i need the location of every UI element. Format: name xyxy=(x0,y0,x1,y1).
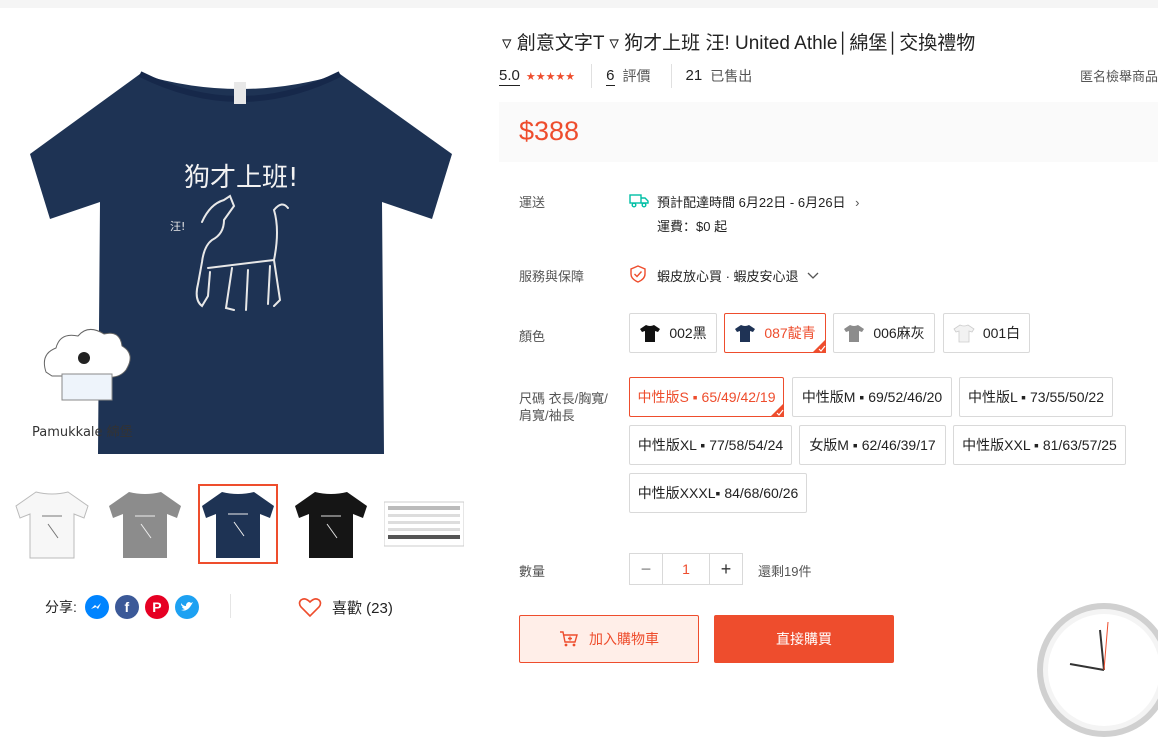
add-to-cart-label: 加入購物車 xyxy=(589,631,659,647)
thumbnail-strip xyxy=(12,484,472,564)
thumbnail-size-chart[interactable] xyxy=(384,484,464,564)
shirt-print-text: 狗才上班! xyxy=(184,163,298,193)
color-option-label: 001白 xyxy=(982,325,1021,341)
size-option-xl[interactable]: 中性版XL ▪ 77/58/54/24 xyxy=(629,425,792,465)
tshirt-navy-icon xyxy=(735,325,756,342)
size-option-label: 中性版S ▪ 65/49/42/19 xyxy=(637,389,776,405)
sold-count: 21 xyxy=(685,67,703,84)
color-option-label: 002黑 xyxy=(669,325,707,341)
size-option-s[interactable]: 中性版S ▪ 65/49/42/19 xyxy=(629,377,784,417)
stats-divider xyxy=(591,64,593,88)
service-guarantee[interactable]: 蝦皮放心買 · 蝦皮安心退 xyxy=(657,266,819,285)
size-option-l[interactable]: 中性版L ▪ 73/55/50/22 xyxy=(959,377,1113,417)
thumbnail-gray[interactable] xyxy=(105,484,185,564)
rating-value[interactable]: 5.0 xyxy=(499,67,520,86)
chevron-right-icon: › xyxy=(855,195,860,210)
tshirt-black-icon xyxy=(640,325,661,342)
selected-check-icon xyxy=(812,339,826,353)
pinterest-icon[interactable]: P xyxy=(144,595,169,619)
size-option-label: 中性版XXXL▪ 84/68/60/26 xyxy=(637,485,799,501)
shipping-fee: 運費：$0 起 xyxy=(657,219,728,234)
shipping-eta-text: 預計配達時間 6月22日 - 6月26日 xyxy=(657,195,846,210)
shipping-label: 運送 xyxy=(519,195,546,210)
like-label: 喜歡 (23) xyxy=(332,599,393,617)
buy-now-button[interactable]: 直接購買 xyxy=(714,615,894,663)
clock-icon xyxy=(1037,603,1158,737)
share-row: 分享: f P xyxy=(45,594,205,620)
brand-mark-text: Pamukkale 綿堡 xyxy=(32,424,133,440)
product-title: ▿ 創意文字T ▿ 狗才上班 汪! United Athle│綿堡│交換禮物 xyxy=(502,33,976,54)
thumbnail-navy[interactable] xyxy=(198,484,278,564)
thumbnail-black[interactable] xyxy=(291,484,371,564)
dog-bark-text: 汪! xyxy=(170,220,185,233)
add-to-cart-button[interactable]: 加入購物車 xyxy=(519,615,699,663)
rating-stats: 5.0 ★★★★★ 6 評價 21 已售出 xyxy=(499,64,752,88)
size-option-xxl[interactable]: 中性版XXL ▪ 81/63/57/25 xyxy=(953,425,1126,465)
size-option-label: 中性版XL ▪ 77/58/54/24 xyxy=(637,437,784,453)
size-option-label: 中性版XXL ▪ 81/63/57/25 xyxy=(962,437,1117,453)
chevron-down-icon xyxy=(807,272,819,279)
color-option-navy[interactable]: 087靛青 xyxy=(724,313,826,353)
thumbnail-white[interactable] xyxy=(12,484,92,564)
star-rating-icons: ★★★★★ xyxy=(525,70,576,83)
report-link[interactable]: 匿名檢舉商品 xyxy=(1080,66,1158,85)
cart-plus-icon xyxy=(560,631,578,647)
quantity-increase-button[interactable]: + xyxy=(710,554,742,584)
main-product-image[interactable]: 狗才上班! 汪! Pamukkale 綿堡 xyxy=(12,24,468,480)
color-label: 顏色 xyxy=(519,329,546,344)
sold-label: 已售出 xyxy=(710,68,753,84)
reviews-label: 評價 xyxy=(622,68,651,84)
size-option-label: 女版M ▪ 62/46/39/17 xyxy=(809,437,936,453)
product-price: $388 xyxy=(519,116,580,146)
color-option-gray[interactable]: 006麻灰 xyxy=(833,313,935,353)
twitter-icon[interactable] xyxy=(174,595,199,619)
size-label: 尺碼 衣長/胸寬/肩寬/袖長 xyxy=(519,391,608,423)
size-option-label: 中性版M ▪ 69/52/46/20 xyxy=(801,389,943,405)
stock-remaining: 還剩19件 xyxy=(758,564,812,579)
size-option-label: 中性版L ▪ 73/55/50/22 xyxy=(968,389,1104,405)
truck-icon xyxy=(629,194,649,208)
share-divider xyxy=(230,594,231,618)
service-text: 蝦皮放心買 · 蝦皮安心退 xyxy=(657,269,799,284)
quantity-stepper: − 1 + xyxy=(629,553,743,585)
size-option-m[interactable]: 中性版M ▪ 69/52/46/20 xyxy=(792,377,952,417)
price-section: $388 xyxy=(499,102,1158,162)
tshirt-white-icon xyxy=(953,324,975,343)
service-label: 服務與保障 xyxy=(519,269,585,284)
messenger-icon[interactable] xyxy=(84,595,109,619)
share-label: 分享: xyxy=(45,599,77,615)
color-option-label: 006麻灰 xyxy=(873,325,925,341)
color-option-black[interactable]: 002黑 xyxy=(629,313,717,353)
quantity-label: 數量 xyxy=(519,564,546,579)
size-option-women-m[interactable]: 女版M ▪ 62/46/39/17 xyxy=(799,425,946,465)
color-option-white[interactable]: 001白 xyxy=(943,313,1030,353)
facebook-icon[interactable]: f xyxy=(114,595,139,619)
size-option-xxxl[interactable]: 中性版XXXL▪ 84/68/60/26 xyxy=(629,473,807,513)
shield-check-icon xyxy=(630,265,646,283)
quantity-decrease-button[interactable]: − xyxy=(630,554,662,584)
heart-icon xyxy=(298,598,322,618)
stats-divider xyxy=(670,64,672,88)
color-option-label: 087靛青 xyxy=(764,325,816,341)
top-strip xyxy=(0,0,1158,8)
reviews-count[interactable]: 6 xyxy=(606,67,615,86)
like-button[interactable]: 喜歡 (23) xyxy=(298,594,393,620)
tshirt-gray-icon xyxy=(844,325,865,342)
selected-check-icon xyxy=(770,403,784,417)
quantity-input[interactable]: 1 xyxy=(662,554,710,584)
shipping-eta[interactable]: 預計配達時間 6月22日 - 6月26日 › xyxy=(657,192,860,211)
